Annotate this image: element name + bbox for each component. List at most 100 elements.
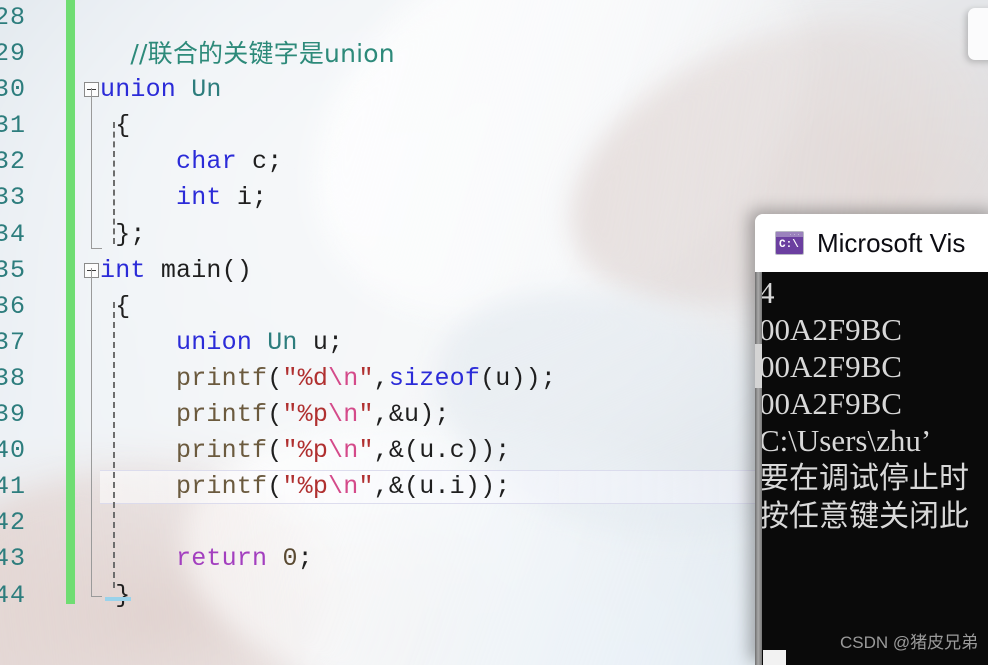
code-text: //联合的关键字是union: [100, 36, 395, 74]
code-text: printf("%p\n",&(u.i));: [100, 469, 510, 505]
code-token: (): [221, 255, 253, 285]
line-number: 32: [0, 147, 27, 177]
indent-guide-main-body: [113, 302, 115, 588]
code-token: ;: [297, 544, 313, 574]
code-token: main: [160, 255, 222, 285]
line-number: 31: [0, 111, 27, 141]
code-text: int main(): [100, 253, 252, 289]
code-token: printf: [176, 400, 268, 430]
console-window[interactable]: ··· C:\ Microsoft Vis 4 00A2F9BC 00A2F9BC 0…: [755, 214, 988, 665]
console-output-area[interactable]: 4 00A2F9BC 00A2F9BC 00A2F9BC C:\Users\zhu’ 要在…: [755, 272, 988, 665]
line-number: 33: [0, 183, 27, 213]
line-number: 37: [0, 327, 27, 357]
code-text: }: [100, 578, 130, 614]
scope-guide-union-foot: [91, 248, 102, 249]
code-line[interactable]: 28: [0, 0, 988, 36]
code-text: printf("%p\n",&u);: [100, 397, 450, 433]
code-line[interactable]: 32 char c;: [0, 144, 988, 180]
line-number: 35: [0, 255, 27, 285]
console-line-text: 00A2F9BC: [759, 349, 902, 384]
code-token: (: [267, 363, 283, 393]
code-token: i;: [236, 183, 268, 213]
code-text: int i;: [100, 180, 267, 216]
code-line[interactable]: 31 {: [0, 108, 988, 144]
code-line[interactable]: 33 int i;: [0, 180, 988, 216]
code-token: "%p: [282, 400, 329, 430]
code-token: u;: [312, 327, 344, 357]
code-token: (: [267, 436, 283, 466]
code-token: {: [100, 111, 131, 141]
scope-guide-main-foot: [91, 596, 102, 597]
code-line[interactable]: 30 union Un: [0, 72, 988, 108]
code-token: ": [358, 400, 374, 430]
console-output-line: 00A2F9BC: [759, 385, 988, 422]
line-number: 30: [0, 75, 27, 105]
line-number: 34: [0, 219, 27, 249]
console-scrollbar-thumb[interactable]: [755, 344, 762, 388]
console-title-bar[interactable]: ··· C:\ Microsoft Vis: [755, 214, 988, 272]
code-token: ": [358, 436, 374, 466]
console-line-text: 要在调试停止时: [759, 461, 969, 496]
code-token: union: [176, 327, 253, 357]
console-output-text: 4 00A2F9BC 00A2F9BC 00A2F9BC C:\Users\zhu’ 要在…: [759, 274, 988, 535]
code-token: ,&(u.c));: [373, 436, 511, 466]
code-line[interactable]: 29 //联合的关键字是union: [0, 36, 988, 72]
code-text: union Un u;: [100, 325, 343, 361]
console-line-text: 按任意键关闭此: [759, 499, 969, 534]
code-token: ,: [373, 363, 389, 393]
console-text-cursor: [763, 650, 786, 665]
code-token: printf: [176, 436, 268, 466]
code-text: union Un: [100, 72, 222, 108]
watermark-handle: 猪皮兄弟: [910, 633, 979, 653]
code-token: \n: [328, 400, 359, 430]
code-token: ,&u);: [373, 400, 450, 430]
code-token: int: [176, 183, 222, 213]
line-number: 43: [0, 544, 27, 574]
line-number: 38: [0, 363, 27, 393]
code-token: "%d: [282, 363, 329, 393]
line-number: 42: [0, 508, 27, 538]
top-right-floating-panel[interactable]: [968, 8, 988, 60]
scope-guide-main: [91, 268, 92, 596]
code-token: ,&(u.i));: [373, 472, 511, 502]
console-line-text: 00A2F9BC: [759, 312, 902, 347]
code-token: };: [100, 219, 146, 249]
code-token: char: [176, 147, 237, 177]
indent-guide-union-body: [113, 122, 115, 244]
code-token: sizeof: [388, 363, 481, 393]
line-number: 29: [0, 39, 27, 69]
line-number: 39: [0, 400, 27, 430]
console-line-text: 00A2F9BC: [759, 386, 902, 421]
console-scrollbar[interactable]: [755, 272, 762, 665]
console-output-line: 4: [759, 274, 988, 311]
line-number: 41: [0, 472, 27, 502]
cmd-console-icon: ··· C:\: [775, 231, 804, 255]
code-token: Un: [267, 327, 298, 357]
code-text: printf("%d\n",sizeof(u));: [100, 361, 556, 397]
code-token: union: [100, 75, 177, 105]
line-number: 44: [0, 580, 27, 610]
code-text: {: [100, 289, 130, 325]
code-text: };: [100, 217, 146, 253]
console-output-line: 00A2F9BC: [759, 348, 988, 385]
code-token: 0: [282, 544, 298, 574]
code-token: return: [176, 544, 268, 574]
watermark-prefix: CSDN @: [840, 633, 911, 652]
code-token: printf: [176, 472, 268, 502]
code-token: }: [100, 580, 131, 610]
code-token: printf: [176, 363, 268, 393]
csdn-watermark: CSDN @猪皮兄弟: [840, 628, 978, 653]
